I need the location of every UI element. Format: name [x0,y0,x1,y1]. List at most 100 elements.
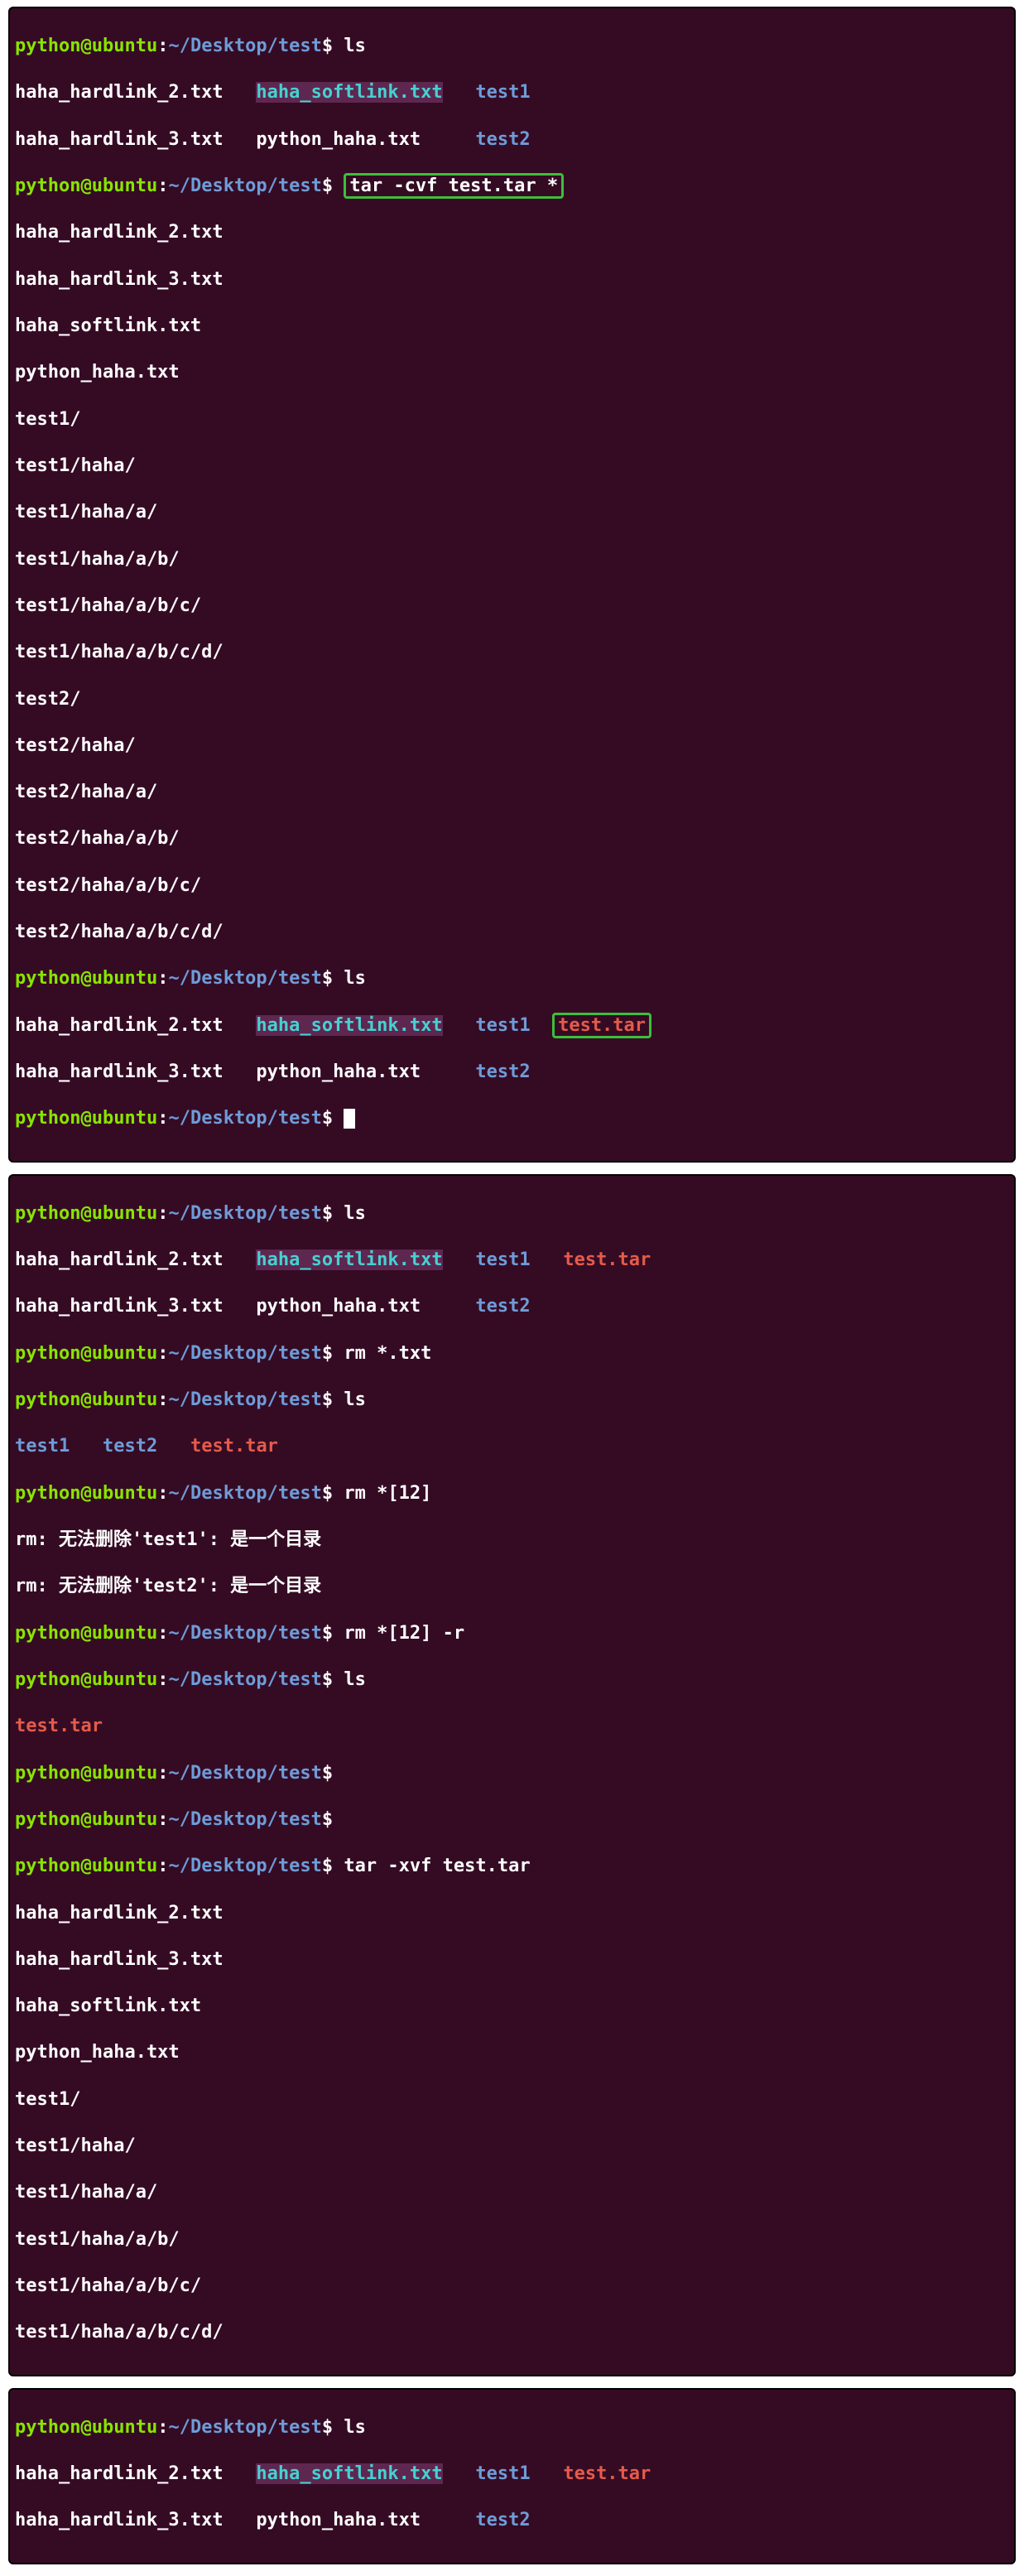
file: python_haha.txt [256,129,421,150]
symlink: haha_softlink.txt [256,1249,442,1270]
rm-error: rm: 无法删除'test1': 是一个目录 [15,1529,1009,1552]
prompt-line[interactable]: python@ubuntu:~/Desktop/test$ rm *[12] -… [15,1622,1009,1645]
tar-output: python_haha.txt [15,361,1009,384]
dir: test2 [103,1436,157,1457]
tarfile: test.tar [190,1436,278,1457]
tar-output: test1/ [15,408,1009,431]
command-tar-xvf: tar -xvf test.tar [344,1856,530,1876]
tar-output: test2/haha/a/b/c/ [15,874,1009,898]
tar-output: test1/haha/a/b/c/ [15,2275,1009,2298]
tar-output: test1/haha/a/b/c/d/ [15,641,1009,664]
symlink: haha_softlink.txt [256,82,442,103]
tarfile: test.tar [563,2463,651,2484]
ls-row: haha_hardlink_2.txt haha_softlink.txt te… [15,1014,1009,1038]
tarfile: test.tar [15,1716,103,1736]
tar-output: haha_hardlink_3.txt [15,1948,1009,1972]
tar-output: test1/haha/ [15,455,1009,478]
terminal-window-3[interactable]: python@ubuntu:~/Desktop/test$ ls haha_ha… [8,2388,1016,2564]
dir: test2 [475,1062,530,1082]
tar-output: haha_hardlink_2.txt [15,221,1009,244]
prompt-line[interactable]: python@ubuntu:~/Desktop/test$ tar -xvf t… [15,1855,1009,1878]
tar-output: test2/haha/ [15,734,1009,758]
cursor-icon [344,1109,354,1129]
ls-row: haha_hardlink_2.txt haha_softlink.txt te… [15,81,1009,104]
tar-output: test1/haha/a/ [15,501,1009,524]
tar-output: python_haha.txt [15,2041,1009,2064]
prompt-line[interactable]: python@ubuntu:~/Desktop/test$ ls [15,1389,1009,1412]
prompt-line[interactable]: python@ubuntu:~/Desktop/test$ [15,1808,1009,1832]
command-ls: ls [344,1669,366,1690]
command-rm-txt: rm *.txt [344,1343,431,1364]
tar-output: haha_softlink.txt [15,1995,1009,2018]
prompt-line[interactable]: python@ubuntu:~/Desktop/test$ [15,1762,1009,1785]
command-rm-12: rm *[12] [344,1483,431,1504]
dir: test1 [15,1436,70,1457]
file: haha_hardlink_3.txt [15,1296,224,1317]
tar-output: test1/ [15,2088,1009,2111]
command-rm-12r: rm *[12] -r [344,1623,464,1644]
prompt-line[interactable]: python@ubuntu:~/Desktop/test$ rm *[12] [15,1482,1009,1505]
dir: test2 [475,129,530,150]
command-ls: ls [344,36,366,56]
file: haha_hardlink_2.txt [15,1249,224,1270]
prompt-line[interactable]: python@ubuntu:~/Desktop/test$ rm *.txt [15,1342,1009,1365]
tarfile: test.tar [563,1249,651,1270]
prompt-line[interactable]: python@ubuntu:~/Desktop/test$ ls [15,1668,1009,1692]
tar-output: test1/haha/a/b/c/d/ [15,2321,1009,2344]
file: haha_hardlink_3.txt [15,129,224,150]
rm-error: rm: 无法删除'test2': 是一个目录 [15,1575,1009,1598]
tar-output: test2/haha/a/b/ [15,827,1009,850]
tar-output: test1/haha/a/b/ [15,2228,1009,2251]
prompt-line[interactable]: python@ubuntu:~/Desktop/test$ ls [15,1202,1009,1225]
command-ls: ls [344,1203,366,1224]
file: python_haha.txt [256,2510,421,2530]
dir: test1 [475,2463,530,2484]
file: haha_hardlink_2.txt [15,1015,224,1036]
colon: : [157,36,168,56]
prompt-host: ubuntu [92,36,157,56]
dir: test2 [475,2510,530,2530]
tar-output: test1/haha/a/b/c/ [15,595,1009,618]
terminal-window-2[interactable]: python@ubuntu:~/Desktop/test$ ls haha_ha… [8,1174,1016,2376]
dollar: $ [322,36,333,56]
command-tar-cvf: tar -cvf test.tar * [349,176,558,196]
tar-output: haha_softlink.txt [15,315,1009,338]
command-ls: ls [344,2417,366,2438]
tar-output: haha_hardlink_2.txt [15,1902,1009,1925]
tar-output: test1/haha/ [15,2135,1009,2158]
file: python_haha.txt [256,1062,421,1082]
tar-output: test2/haha/a/ [15,781,1009,804]
ls-row: haha_hardlink_3.txt python_haha.txt test… [15,1295,1009,1318]
symlink: haha_softlink.txt [256,1015,442,1036]
prompt-line[interactable]: python@ubuntu:~/Desktop/test$ [15,1107,1009,1130]
prompt-user: python [15,36,80,56]
file: haha_hardlink_3.txt [15,1062,224,1082]
file: haha_hardlink_3.txt [15,2510,224,2530]
prompt-line[interactable]: python@ubuntu:~/Desktop/test$ ls [15,967,1009,990]
command-ls: ls [344,968,366,989]
highlight-box-test-tar: test.tar [552,1013,651,1038]
tar-output: test1/haha/a/b/ [15,548,1009,571]
dir: test1 [475,1015,530,1036]
ls-row: test1 test2 test.tar [15,1435,1009,1458]
dir: test1 [475,1249,530,1270]
dir: test1 [475,82,530,103]
file: haha_hardlink_2.txt [15,2463,224,2484]
prompt-line[interactable]: python@ubuntu:~/Desktop/test$ ls [15,2416,1009,2439]
tar-output: test1/haha/a/ [15,2181,1009,2204]
highlight-box-tar-cvf: tar -cvf test.tar * [344,173,564,199]
ls-row: haha_hardlink_3.txt python_haha.txt test… [15,1061,1009,1084]
prompt-line[interactable]: python@ubuntu:~/Desktop/test$ ls [15,35,1009,58]
ls-row: haha_hardlink_2.txt haha_softlink.txt te… [15,2463,1009,2486]
prompt-path: ~/Desktop/test [168,36,321,56]
dir: test2 [475,1296,530,1317]
file: python_haha.txt [256,1296,421,1317]
ls-row: test.tar [15,1715,1009,1738]
tar-output: test2/haha/a/b/c/d/ [15,921,1009,944]
prompt-line[interactable]: python@ubuntu:~/Desktop/test$ tar -cvf t… [15,175,1009,198]
command-ls: ls [344,1389,366,1410]
ls-row: haha_hardlink_3.txt python_haha.txt test… [15,128,1009,152]
at-sign: @ [80,36,91,56]
ls-row: haha_hardlink_2.txt haha_softlink.txt te… [15,1249,1009,1272]
terminal-window-1[interactable]: python@ubuntu:~/Desktop/test$ ls haha_ha… [8,7,1016,1163]
